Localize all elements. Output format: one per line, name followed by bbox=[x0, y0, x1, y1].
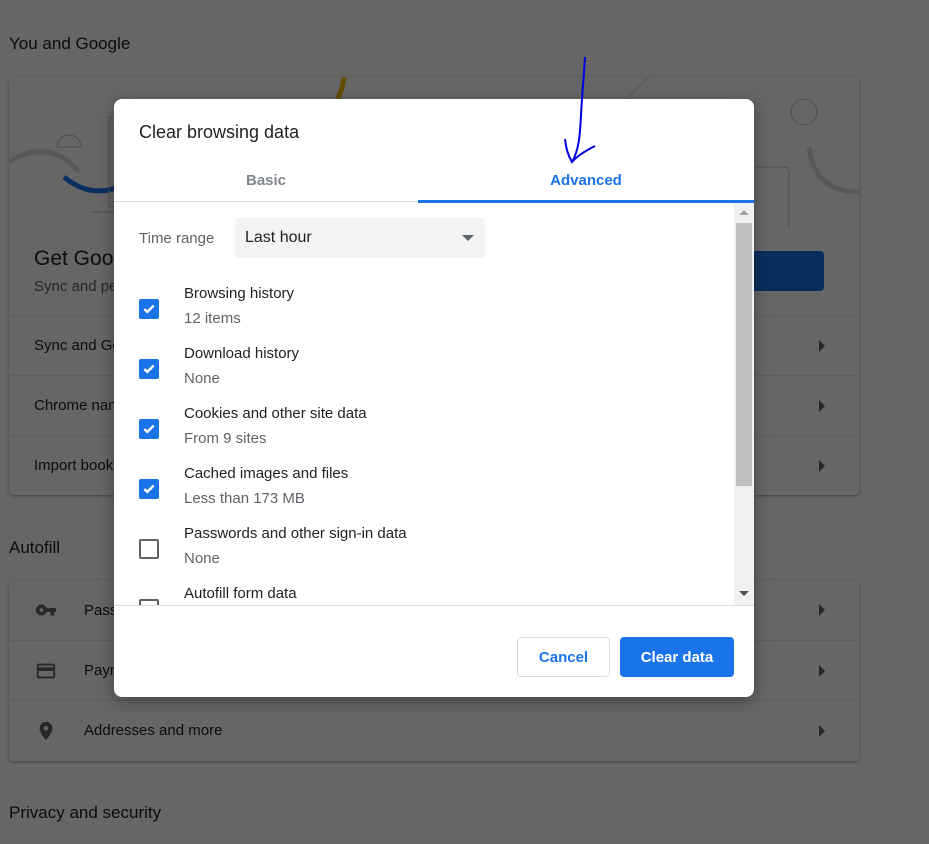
checkmark-icon bbox=[143, 364, 155, 374]
checkbox[interactable] bbox=[139, 359, 159, 379]
item-title: Browsing history bbox=[184, 285, 295, 302]
item-title: Download history bbox=[184, 345, 300, 362]
scrollbar-thumb[interactable] bbox=[736, 223, 752, 486]
checkbox-item-download-history[interactable]: Download history None bbox=[114, 345, 734, 405]
checkbox-item-cached-images[interactable]: Cached images and files Less than 173 MB bbox=[114, 465, 734, 525]
checkmark-icon bbox=[143, 304, 155, 314]
tab-advanced[interactable]: Advanced bbox=[418, 159, 754, 203]
checkbox[interactable] bbox=[139, 299, 159, 319]
checkbox-item-browsing-history[interactable]: Browsing history 12 items bbox=[114, 285, 734, 345]
checkbox[interactable] bbox=[139, 479, 159, 499]
tab-basic[interactable]: Basic bbox=[114, 159, 418, 202]
checkbox-item-cookies[interactable]: Cookies and other site data From 9 sites bbox=[114, 405, 734, 465]
checkbox-item-passwords[interactable]: Passwords and other sign-in data None bbox=[114, 525, 734, 585]
checkbox[interactable] bbox=[139, 599, 159, 605]
clear-data-button[interactable]: Clear data bbox=[620, 637, 734, 677]
dialog-body: Time range Browsing history 12 items Dow… bbox=[114, 203, 754, 606]
time-range-label: Time range bbox=[139, 230, 215, 247]
scroll-up-arrow-icon[interactable] bbox=[739, 210, 749, 215]
item-subtitle: None bbox=[184, 550, 220, 567]
checkmark-icon bbox=[143, 424, 155, 434]
item-subtitle: None bbox=[184, 370, 220, 387]
dropdown-caret-icon bbox=[462, 235, 474, 241]
item-title: Cached images and files bbox=[184, 465, 349, 482]
clear-browsing-data-dialog: Clear browsing data Basic Advanced Time … bbox=[114, 99, 754, 697]
checkbox[interactable] bbox=[139, 539, 159, 559]
checkmark-icon bbox=[143, 484, 155, 494]
item-title: Autofill form data bbox=[184, 585, 297, 602]
item-title: Passwords and other sign-in data bbox=[184, 525, 407, 542]
dialog-title: Clear browsing data bbox=[139, 122, 300, 142]
scroll-down-arrow-icon[interactable] bbox=[739, 591, 749, 596]
checkbox[interactable] bbox=[139, 419, 159, 439]
time-range-value: Last hour bbox=[245, 229, 312, 246]
time-range-select[interactable]: Last hour bbox=[235, 218, 485, 258]
cancel-button[interactable]: Cancel bbox=[517, 637, 610, 677]
item-subtitle: Less than 173 MB bbox=[184, 490, 305, 507]
item-subtitle: From 9 sites bbox=[184, 430, 267, 447]
checkbox-item-autofill[interactable]: Autofill form data bbox=[114, 585, 734, 605]
item-subtitle: 12 items bbox=[184, 310, 241, 327]
item-title: Cookies and other site data bbox=[184, 405, 367, 422]
scrollbar[interactable] bbox=[734, 203, 754, 605]
tab-bar: Basic Advanced bbox=[114, 159, 754, 203]
